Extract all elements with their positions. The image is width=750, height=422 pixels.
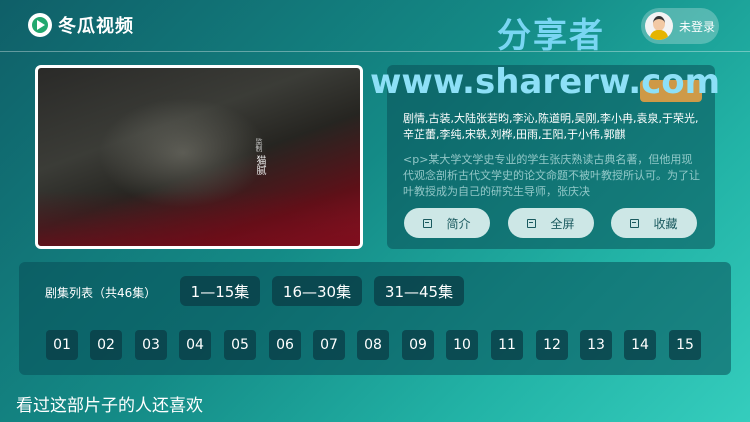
episode-button[interactable]: 14 — [624, 330, 656, 360]
header-divider — [0, 51, 750, 52]
episode-button[interactable]: 13 — [580, 330, 612, 360]
episode-button[interactable]: 04 — [179, 330, 211, 360]
app-logo: 冬瓜视频 — [28, 12, 134, 38]
episode-button[interactable]: 07 — [313, 330, 345, 360]
episode-button[interactable]: 05 — [224, 330, 256, 360]
video-credit-name: 猫腻 — [254, 155, 265, 176]
favorite-icon — [630, 218, 640, 228]
doc-icon — [423, 218, 433, 228]
range-tab-2[interactable]: 16—30集 — [272, 276, 362, 306]
episode-button[interactable]: 01 — [46, 330, 78, 360]
play-logo-icon — [28, 13, 52, 37]
genre-cast-text: 剧情,古装,大陆张若昀,李沁,陈道明,吴刚,李小冉,袁泉,于荣光,辛芷蕾,李纯,… — [403, 112, 699, 141]
avatar-icon — [645, 12, 673, 40]
intro-button[interactable]: 简介 — [404, 208, 490, 238]
app-name: 冬瓜视频 — [58, 16, 134, 37]
favorite-label: 收藏 — [653, 216, 678, 231]
description-text: <p>某大学文学史专业的学生张庆熟读古典名著，但他用现代观念剖析古代文学史的论文… — [403, 153, 700, 198]
episode-button[interactable]: 09 — [402, 330, 434, 360]
video-frame-shadow — [38, 191, 360, 246]
episode-list-title: 剧集列表（共46集） — [45, 286, 157, 300]
watermark-text: 分享者 — [497, 16, 605, 56]
login-label: 未登录 — [679, 19, 716, 34]
episode-button[interactable]: 02 — [90, 330, 122, 360]
fullscreen-label: 全屏 — [550, 216, 575, 231]
video-credit-caption: 监制 猫腻 — [252, 138, 266, 175]
watermark-url: www.sharerw.com — [370, 62, 721, 102]
range-tab-3[interactable]: 31—45集 — [374, 276, 464, 306]
episode-button[interactable]: 12 — [536, 330, 568, 360]
recommend-title: 看过这部片子的人还喜欢 — [16, 396, 203, 416]
favorite-button[interactable]: 收藏 — [611, 208, 697, 238]
intro-label: 简介 — [446, 216, 471, 231]
fullscreen-button[interactable]: 全屏 — [508, 208, 594, 238]
episode-button[interactable]: 06 — [269, 330, 301, 360]
episode-button[interactable]: 08 — [357, 330, 389, 360]
episode-button[interactable]: 15 — [669, 330, 701, 360]
login-button[interactable]: 未登录 — [641, 8, 719, 44]
range-tab-1[interactable]: 1—15集 — [180, 276, 260, 306]
episode-button[interactable]: 11 — [491, 330, 523, 360]
video-player[interactable]: 监制 猫腻 — [35, 65, 363, 249]
episode-button[interactable]: 10 — [446, 330, 478, 360]
episode-button[interactable]: 03 — [135, 330, 167, 360]
video-credit-role: 监制 — [255, 138, 263, 152]
fullscreen-icon — [527, 218, 537, 228]
